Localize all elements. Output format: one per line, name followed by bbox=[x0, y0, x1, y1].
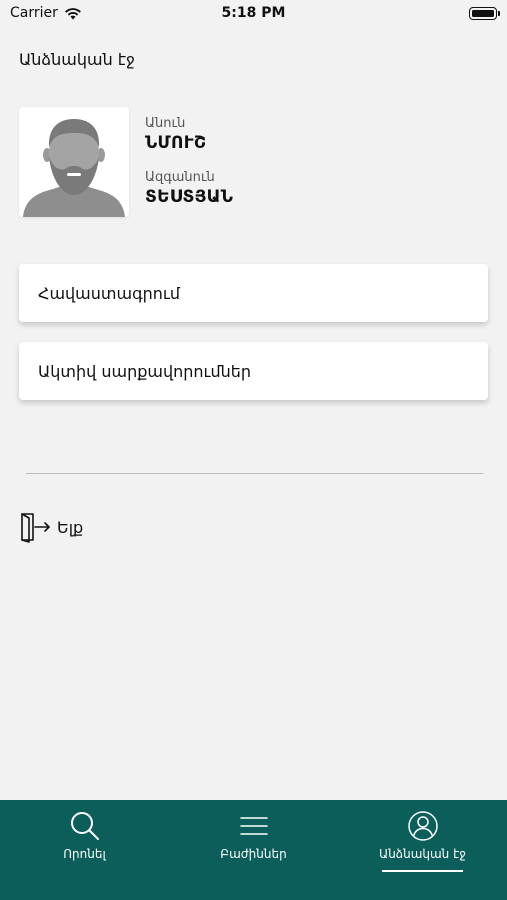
divider bbox=[26, 473, 483, 474]
logout-button[interactable]: Ելք bbox=[19, 511, 83, 543]
first-name-label: Անուն bbox=[145, 116, 186, 131]
last-name-value: ՏԵՍՏՅԱՆ bbox=[145, 187, 234, 207]
logout-icon bbox=[21, 513, 50, 543]
first-name-value: ՆՄՈՒՇ bbox=[145, 133, 207, 153]
tab-bar: Որոնել Բաժիններ Անձնական էջ bbox=[0, 800, 507, 900]
avatar-placeholder-icon bbox=[19, 107, 129, 217]
search-icon bbox=[70, 812, 99, 840]
status-bar: Carrier 5:18 PM bbox=[0, 0, 507, 28]
status-time: 5:18 PM bbox=[221, 5, 286, 21]
tab-search-label: Որոնել bbox=[63, 847, 106, 861]
active-tab-indicator bbox=[382, 870, 463, 872]
logout-label: Ելք bbox=[57, 517, 84, 537]
tab-sections-label: Բաժիններ bbox=[220, 847, 287, 861]
avatar bbox=[19, 107, 129, 217]
menu-icon bbox=[239, 817, 268, 835]
profile-icon bbox=[407, 811, 438, 841]
battery-icon bbox=[469, 7, 500, 20]
menu-item-label: Ակտիվ սարքավորումներ bbox=[38, 361, 252, 381]
menu-item-label: Հավաստագրում bbox=[38, 283, 180, 303]
menu-item-certification[interactable]: Հավաստագրում bbox=[19, 264, 488, 322]
tab-sections[interactable]: Բաժիններ bbox=[169, 800, 338, 900]
page-title: Անձնական էջ bbox=[19, 50, 135, 69]
tab-search[interactable]: Որոնել bbox=[0, 800, 169, 900]
menu-item-active-devices[interactable]: Ակտիվ սարքավորումներ bbox=[19, 342, 488, 400]
tab-profile-label: Անձնական էջ bbox=[379, 847, 466, 861]
last-name-label: Ազգանուն bbox=[145, 170, 215, 185]
tab-profile[interactable]: Անձնական էջ bbox=[338, 800, 507, 900]
